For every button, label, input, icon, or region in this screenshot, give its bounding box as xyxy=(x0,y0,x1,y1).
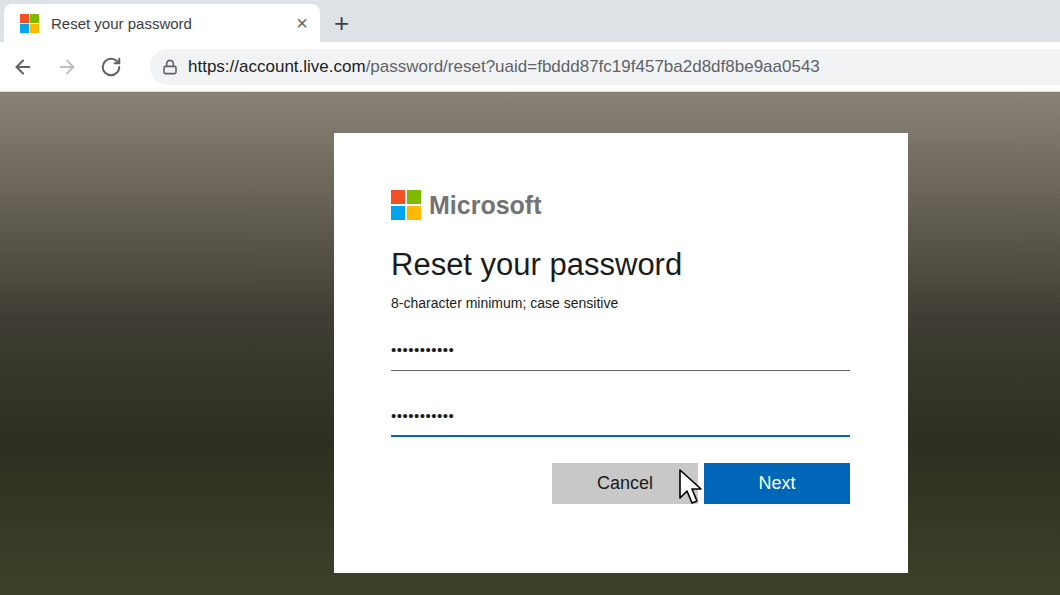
url-host: https://account.live.com xyxy=(188,57,366,76)
dialog-title: Reset your password xyxy=(391,245,851,285)
toolbar: https://account.live.com/password/reset?… xyxy=(0,42,1060,92)
password-field[interactable]: ••••••••••• xyxy=(391,333,850,371)
dialog-actions: CancelNext xyxy=(391,463,850,504)
url: https://account.live.com/password/reset?… xyxy=(188,57,820,77)
password-hint: 8-character minimum; case sensitive xyxy=(391,295,851,311)
cancel-button[interactable]: Cancel xyxy=(552,463,698,504)
forward-icon xyxy=(56,56,78,78)
reload-icon xyxy=(100,56,122,78)
url-path: /password/reset?uaid=fbddd87fc19f457ba2d… xyxy=(366,57,820,76)
reset-dialog: Microsoft Reset your password 8-character … xyxy=(334,133,908,573)
browser-window: Reset your password × + https://account.liv… xyxy=(0,0,1060,595)
lock-icon xyxy=(162,59,178,75)
forward-button xyxy=(54,54,80,80)
back-button[interactable] xyxy=(10,54,36,80)
new-tab-button[interactable]: + xyxy=(334,4,349,42)
background-photo: Microsoft Reset your password 8-character … xyxy=(0,92,1060,595)
mouse-pointer-icon xyxy=(678,468,702,506)
tab-title: Reset your password xyxy=(51,15,284,32)
address-bar[interactable]: https://account.live.com/password/reset?… xyxy=(150,49,1060,85)
brand-name: Microsoft xyxy=(429,191,542,220)
browser-tab[interactable]: Reset your password × xyxy=(4,4,320,42)
back-icon xyxy=(12,56,34,78)
tab-strip: Reset your password × + xyxy=(0,0,1060,42)
tab-close-button[interactable]: × xyxy=(296,13,308,33)
microsoft-favicon-icon xyxy=(20,14,39,33)
next-button[interactable]: Next xyxy=(704,463,850,504)
microsoft-logo-icon xyxy=(391,190,421,220)
reload-button[interactable] xyxy=(98,54,124,80)
password-field[interactable]: ••••••••••• xyxy=(391,399,850,437)
brand: Microsoft xyxy=(391,189,851,221)
